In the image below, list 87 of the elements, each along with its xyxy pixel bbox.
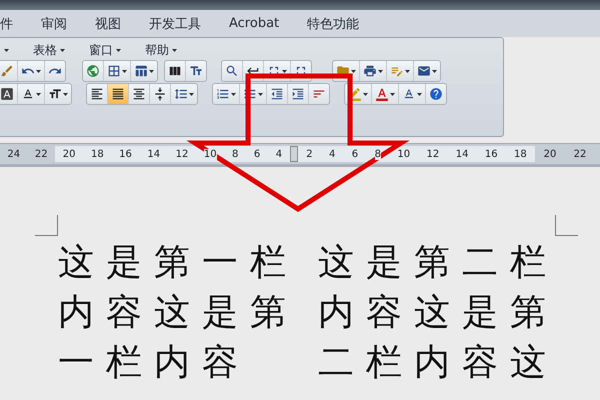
line-spacing-icon — [174, 87, 188, 101]
envelope-icon — [417, 64, 431, 78]
indent-marker[interactable] — [290, 146, 298, 162]
caret-icon — [189, 92, 194, 96]
caret-icon — [36, 70, 41, 72]
ruler-number: 6 — [254, 148, 260, 160]
ruler-number: 10 — [397, 148, 410, 160]
align-center-icon — [132, 87, 146, 101]
ruler-number: 22 — [34, 148, 48, 160]
bulleted-list-icon — [243, 87, 257, 101]
font-color-icon — [375, 87, 389, 101]
brush-button[interactable] — [0, 61, 18, 81]
ribbon-tab[interactable]: 开发工具 — [149, 14, 201, 32]
ruler-number: 18 — [514, 148, 527, 160]
ruler-number: 24 — [7, 148, 20, 160]
margin-corner-mark — [555, 215, 578, 236]
caret-icon — [63, 92, 68, 96]
document-text-line: 内容这是第 — [58, 291, 298, 335]
ribbon-tab[interactable]: 件 — [0, 14, 13, 32]
caret-icon — [282, 70, 287, 72]
ribbon-tab[interactable]: 特色功能 — [307, 14, 360, 32]
caret-icon — [405, 70, 410, 72]
align-left-icon — [90, 87, 104, 101]
caret-icon — [116, 48, 121, 52]
caret-icon — [417, 92, 422, 96]
caret-icon — [390, 92, 395, 96]
ribbon-tab[interactable]: 审阅 — [41, 14, 67, 32]
ruler-number: 14 — [147, 148, 160, 160]
ruler-number: 2 — [306, 148, 313, 160]
menu[interactable]: 窗口 — [89, 42, 121, 58]
printer-icon — [363, 64, 377, 78]
border-icon — [107, 64, 121, 78]
change-case-icon — [48, 87, 62, 101]
ribbon-tab[interactable]: 视图 — [95, 14, 121, 32]
ruler-number: 12 — [176, 148, 188, 160]
decrease-indent-icon — [270, 87, 284, 101]
caret-icon — [4, 48, 9, 52]
caret-icon — [122, 70, 127, 72]
document-text-line: 内容这是第 — [318, 291, 558, 335]
caret-icon — [149, 70, 154, 72]
document-text-line: 这是第一栏 — [58, 241, 298, 285]
increase-indent-icon — [291, 87, 305, 101]
justify-icon — [111, 87, 125, 101]
numbered-list-icon — [216, 87, 230, 101]
document-text-line: 二栏内容这 — [318, 341, 558, 385]
ruler-number: 6 — [352, 148, 358, 160]
caret-icon — [36, 92, 41, 96]
table-icon — [134, 64, 148, 78]
ruler-number: 14 — [456, 148, 468, 160]
ruler-number: 12 — [426, 148, 440, 160]
ruler-number: 8 — [232, 148, 238, 160]
caret-icon — [60, 48, 65, 52]
margin-corner-mark — [35, 215, 58, 236]
help-icon — [429, 87, 443, 101]
ruler-number: 4 — [276, 148, 282, 160]
character-shading-button[interactable] — [0, 84, 18, 104]
search-icon — [225, 64, 239, 78]
caret-icon — [432, 70, 437, 72]
ruler-number: 16 — [484, 148, 498, 160]
ruler-number: 20 — [544, 148, 556, 160]
caret-icon — [378, 70, 383, 72]
columns-icon — [168, 64, 182, 78]
ruler-number: 10 — [204, 148, 217, 160]
text-effect-icon — [21, 87, 35, 101]
styles-icon — [402, 87, 416, 101]
ribbon-tab[interactable]: Acrobat — [229, 16, 280, 31]
ruler-number: 22 — [574, 148, 586, 160]
justify-button[interactable] — [108, 84, 129, 104]
ruler-number: 16 — [119, 148, 132, 160]
caret-icon — [172, 48, 177, 52]
menu[interactable]: 帮助 — [145, 42, 177, 58]
text-direction-icon — [189, 64, 203, 78]
brush-icon — [0, 64, 14, 78]
globe-icon — [86, 64, 100, 78]
ruler-number: 8 — [374, 148, 381, 160]
ruler-number: 4 — [329, 148, 336, 160]
distribute-icon — [153, 87, 167, 101]
caret-icon — [231, 92, 236, 96]
ruler-number: 18 — [90, 148, 104, 160]
document-text-line: 这是第二栏 — [318, 241, 558, 285]
caret-icon — [363, 92, 368, 96]
caret-icon — [258, 92, 263, 96]
ruler-number: 20 — [62, 148, 76, 160]
caret-icon — [351, 70, 356, 72]
document-text-line: 一栏内容 — [58, 341, 251, 385]
character-shading-icon — [0, 87, 14, 101]
menu[interactable]: 表格 — [33, 42, 65, 58]
